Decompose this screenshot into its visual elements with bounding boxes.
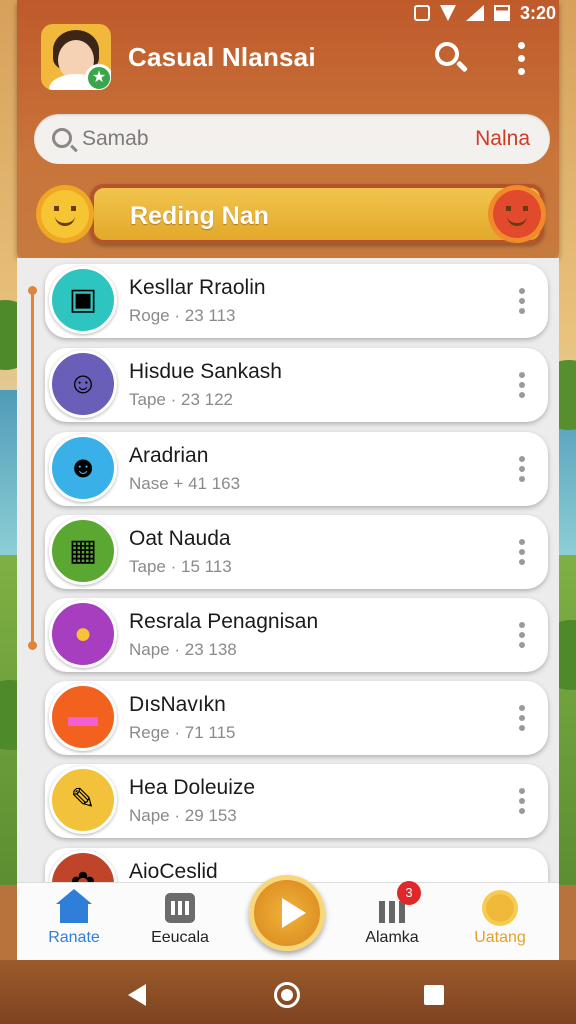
- signal-icon: [465, 5, 484, 21]
- red-sun-icon: [493, 190, 541, 238]
- play-button[interactable]: [249, 875, 325, 951]
- avatar[interactable]: ★: [41, 24, 111, 90]
- nav-home[interactable]: Ranate: [29, 889, 119, 957]
- nav-device[interactable]: Eeucala: [135, 891, 225, 957]
- app-window: ★ Casual Nlansai Nalna Reding Nan ▣ Kesl…: [17, 0, 559, 960]
- contact-name: Oat Nauda: [129, 527, 231, 550]
- bar-chart-icon: [379, 901, 405, 923]
- reading-banner[interactable]: Reding Nan: [90, 184, 544, 244]
- wifi-icon: [439, 5, 456, 21]
- battery-icon: [493, 5, 510, 21]
- list-item[interactable]: ✎ Hea Doleuize Nape · 29 153: [45, 764, 548, 838]
- device-icon: [165, 893, 195, 923]
- contact-name: Hea Doleuize: [129, 776, 256, 799]
- search-filter-button[interactable]: Nalna: [475, 127, 530, 151]
- contact-meta: Tape · 23 122: [129, 390, 233, 409]
- contact-name: Hisdue Sankash: [129, 360, 282, 383]
- contact-name: Resrala Penagnisan: [129, 610, 319, 633]
- item-menu-button[interactable]: [510, 370, 534, 400]
- contact-name: Aradrian: [129, 444, 209, 467]
- framed-photo-icon: ▣: [49, 266, 117, 334]
- app-header: ★ Casual Nlansai Nalna Reding Nan: [17, 0, 559, 258]
- list-item[interactable]: ● Resrala Penagnisan Nape · 23 138: [45, 598, 548, 672]
- page-title: Casual Nlansai: [128, 42, 316, 72]
- list-item[interactable]: ▬ DısNavıkn Rege · 71 115: [45, 681, 548, 755]
- scrollbar[interactable]: [28, 286, 37, 650]
- search-icon: [52, 128, 72, 148]
- status-bar: 3:20: [0, 0, 576, 26]
- home-circle-icon[interactable]: [274, 982, 300, 1008]
- search-bar: Nalna: [34, 114, 550, 164]
- house-icon: [56, 889, 92, 923]
- contact-name: DısNavıkn: [129, 693, 226, 716]
- item-menu-button[interactable]: [510, 620, 534, 650]
- list-item[interactable]: ☻ Aradrian Nase + 41 163: [45, 432, 548, 506]
- back-icon[interactable]: [128, 984, 146, 1006]
- contact-meta: Nase + 41 163: [129, 474, 241, 493]
- calculator-icon: ▦: [49, 517, 117, 585]
- bald-man-icon: ☻: [49, 434, 117, 502]
- list-item[interactable]: ▣ Kesllar Rraolin Roge · 23 113: [45, 264, 548, 338]
- item-menu-button[interactable]: [510, 286, 534, 316]
- star-badge-icon: ★: [85, 64, 111, 90]
- contact-name: AioCeslid: [129, 860, 218, 882]
- man-with-mug-icon: ☺: [49, 350, 117, 418]
- contact-name: Kesllar Rraolin: [129, 276, 266, 299]
- vibrate-icon: [413, 5, 430, 21]
- list-item[interactable]: ☺ Hisdue Sankash Tape · 23 122: [45, 348, 548, 422]
- nav-stats[interactable]: 3 Alamka: [347, 881, 437, 957]
- bottom-navigation: Ranate Eeucala 3 Alamka Uatang: [17, 875, 559, 960]
- item-menu-button[interactable]: [510, 703, 534, 733]
- sun-coin-icon: [486, 894, 514, 922]
- yellow-blob-icon: ●: [49, 600, 117, 668]
- contact-meta: Rege · 71 115: [129, 723, 236, 742]
- contact-meta: Nape · 29 153: [129, 806, 237, 825]
- search-input[interactable]: [82, 122, 412, 156]
- pink-chat-icon: ▬: [49, 683, 117, 751]
- item-menu-button[interactable]: [510, 786, 534, 816]
- notification-badge: 3: [397, 881, 421, 905]
- search-button[interactable]: [431, 38, 471, 78]
- item-menu-button[interactable]: [510, 537, 534, 567]
- nav-rating[interactable]: Uatang: [455, 891, 545, 957]
- contact-meta: Roge · 23 113: [129, 306, 236, 325]
- smiling-sun-icon: [41, 190, 89, 238]
- system-navigation-bar: [0, 962, 576, 1024]
- status-time: 3:20: [519, 2, 556, 23]
- contact-meta: Nape · 23 138: [129, 640, 237, 659]
- item-menu-button[interactable]: [510, 454, 534, 484]
- banner-label: Reding Nan: [130, 202, 269, 230]
- note-pad-icon: ✎: [49, 766, 117, 834]
- more-options-button[interactable]: [501, 38, 541, 78]
- list-item[interactable]: ▦ Oat Nauda Tape · 15 113: [45, 515, 548, 589]
- search-icon: [435, 42, 459, 66]
- contact-list: ▣ Kesllar Rraolin Roge · 23 113 ☺ Hisdue…: [17, 258, 559, 882]
- contact-meta: Tape · 15 113: [129, 557, 232, 576]
- candy-icon: ✿: [49, 850, 117, 882]
- recent-apps-icon[interactable]: [424, 985, 444, 1005]
